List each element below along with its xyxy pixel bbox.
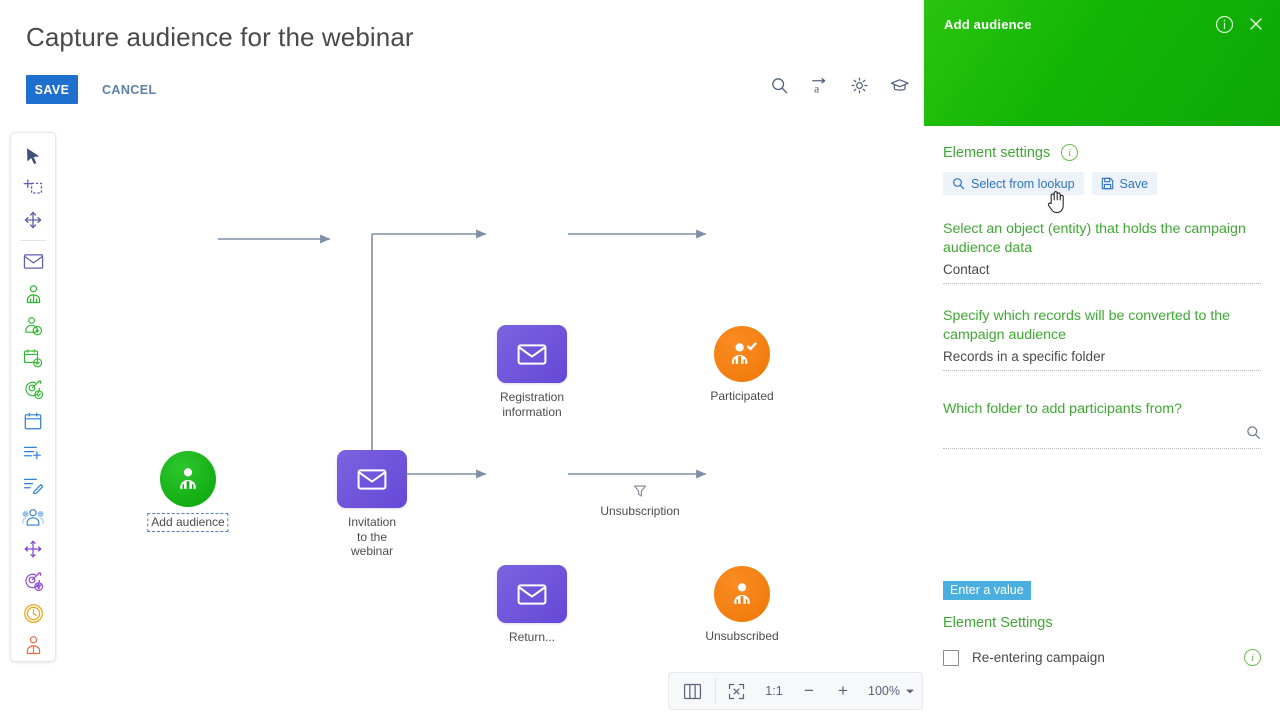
- node-label: Invitation to the webinar: [347, 515, 397, 558]
- audience-check-icon[interactable]: [714, 326, 770, 382]
- page-title: Capture audience for the webinar: [26, 22, 414, 52]
- info-icon[interactable]: i: [1061, 144, 1079, 161]
- node-registration[interactable]: Registration information: [497, 325, 567, 419]
- button-label: Select from lookup: [971, 176, 1075, 191]
- element-settings-subheader: Element Settings: [943, 615, 1053, 631]
- zoom-level-dropdown[interactable]: 100%: [860, 672, 922, 710]
- connector-lines: [218, 229, 707, 479]
- audience-element-icon[interactable]: [16, 278, 50, 310]
- target-filter-element-icon[interactable]: [16, 565, 50, 597]
- folder-field: Which folder to add participants from?: [943, 400, 1261, 449]
- node-label: Unsubscribed: [705, 629, 779, 643]
- re-entering-campaign-label: Re-entering campaign: [972, 650, 1105, 665]
- edge-label-text: Unsubscription: [600, 504, 680, 518]
- node-label: Participated: [710, 389, 774, 403]
- node-label: Return...: [508, 630, 556, 644]
- envelope-icon[interactable]: [337, 450, 407, 508]
- zoom-out-button[interactable]: −: [792, 672, 826, 710]
- entity-field: Select an object (entity) that holds the…: [943, 220, 1261, 284]
- goal-element-icon[interactable]: [16, 374, 50, 406]
- add-audience-element-icon[interactable]: [16, 310, 50, 342]
- group-audience-element-icon[interactable]: [16, 501, 50, 533]
- search-icon[interactable]: [768, 74, 790, 96]
- field-label: Which folder to add participants from?: [943, 401, 1182, 417]
- panel-header-actions: [1214, 14, 1266, 34]
- node-invitation[interactable]: Invitation to the webinar: [337, 450, 407, 558]
- search-icon: [952, 177, 965, 190]
- panel-action-buttons: Select from lookup Save: [943, 172, 1158, 195]
- add-audience-settings-panel: Add audience Element settings i Select f…: [924, 0, 1280, 718]
- edge-label-unsubscription[interactable]: Unsubscription: [592, 483, 688, 518]
- field-label: Select an object (entity) that holds the…: [943, 221, 1246, 256]
- validation-message: Enter a value: [943, 581, 1031, 600]
- email-element-icon[interactable]: [16, 246, 50, 278]
- gear-icon[interactable]: [848, 74, 870, 96]
- svg-text:a: a: [814, 83, 819, 94]
- save-button[interactable]: Save: [1091, 172, 1158, 195]
- chevron-down-icon: [905, 689, 914, 693]
- element-settings-header: Element settings i: [943, 144, 1079, 161]
- pan-move-tool[interactable]: [16, 204, 50, 236]
- envelope-icon[interactable]: [497, 325, 567, 383]
- audience-icon[interactable]: [714, 566, 770, 622]
- panel-header: Add audience: [924, 0, 1280, 126]
- panel-header-title: Add audience: [944, 17, 1032, 32]
- zoom-level-value: 100%: [868, 684, 900, 698]
- calendar-element-icon[interactable]: [16, 406, 50, 438]
- close-icon[interactable]: [1246, 14, 1266, 34]
- node-return[interactable]: Return...: [497, 565, 567, 644]
- columns-layout-icon[interactable]: [669, 672, 715, 710]
- campaign-designer-main: Capture audience for the webinar SAVE CA…: [0, 0, 924, 718]
- panel-body: Element settings i Select from lookup Sa…: [924, 126, 1280, 718]
- envelope-icon[interactable]: [497, 565, 567, 623]
- funnel-filter-icon: [592, 483, 688, 499]
- workflow-canvas[interactable]: Add audience Invitation to the webinar R…: [0, 120, 924, 718]
- edit-list-element-icon[interactable]: [16, 469, 50, 501]
- element-palette: [10, 132, 56, 662]
- zoom-toolbar: 1:1 − + 100%: [668, 672, 923, 710]
- marquee-select-tool[interactable]: [16, 172, 50, 204]
- pointer-tool[interactable]: [16, 140, 50, 172]
- node-participated[interactable]: Participated: [710, 326, 774, 403]
- node-label: Add audience: [147, 513, 229, 532]
- actual-size-button[interactable]: 1:1: [756, 672, 792, 710]
- re-entering-campaign-row: Re-entering campaign i: [943, 649, 1261, 666]
- timer-element-icon[interactable]: [16, 597, 50, 629]
- element-settings-title: Element settings: [943, 144, 1051, 161]
- node-label: Registration information: [499, 390, 565, 419]
- field-value[interactable]: [943, 419, 1261, 449]
- app-root: Capture audience for the webinar SAVE CA…: [0, 0, 1280, 718]
- graduation-cap-icon[interactable]: [888, 74, 910, 96]
- canvas-toolbar: a: [768, 74, 910, 96]
- node-add-audience[interactable]: Add audience: [147, 451, 229, 532]
- select-from-lookup-button[interactable]: Select from lookup: [943, 172, 1084, 195]
- zoom-in-button[interactable]: +: [826, 672, 860, 710]
- palette-divider: [20, 239, 46, 241]
- re-entering-campaign-checkbox[interactable]: [943, 649, 959, 666]
- info-icon[interactable]: i: [1244, 649, 1261, 666]
- floppy-disk-icon: [1101, 177, 1114, 190]
- save-button[interactable]: SAVE: [26, 75, 78, 104]
- add-task-element-icon[interactable]: [16, 437, 50, 469]
- info-icon[interactable]: [1214, 14, 1234, 34]
- field-label: Specify which records will be converted …: [943, 308, 1231, 343]
- field-value[interactable]: Contact: [943, 258, 1261, 284]
- scheduled-event-element-icon[interactable]: [16, 342, 50, 374]
- search-icon[interactable]: [1246, 425, 1261, 443]
- fit-to-screen-icon[interactable]: [716, 672, 756, 710]
- cancel-button[interactable]: CANCEL: [96, 75, 162, 104]
- button-label: Save: [1119, 176, 1149, 191]
- split-element-icon[interactable]: [16, 533, 50, 565]
- exit-person-element-icon[interactable]: [16, 629, 50, 661]
- audience-icon[interactable]: [160, 451, 216, 507]
- records-source-field: Specify which records will be converted …: [943, 307, 1261, 371]
- field-value[interactable]: Records in a specific folder: [943, 345, 1261, 371]
- text-direction-icon[interactable]: a: [808, 74, 830, 96]
- node-unsubscribed[interactable]: Unsubscribed: [705, 566, 779, 643]
